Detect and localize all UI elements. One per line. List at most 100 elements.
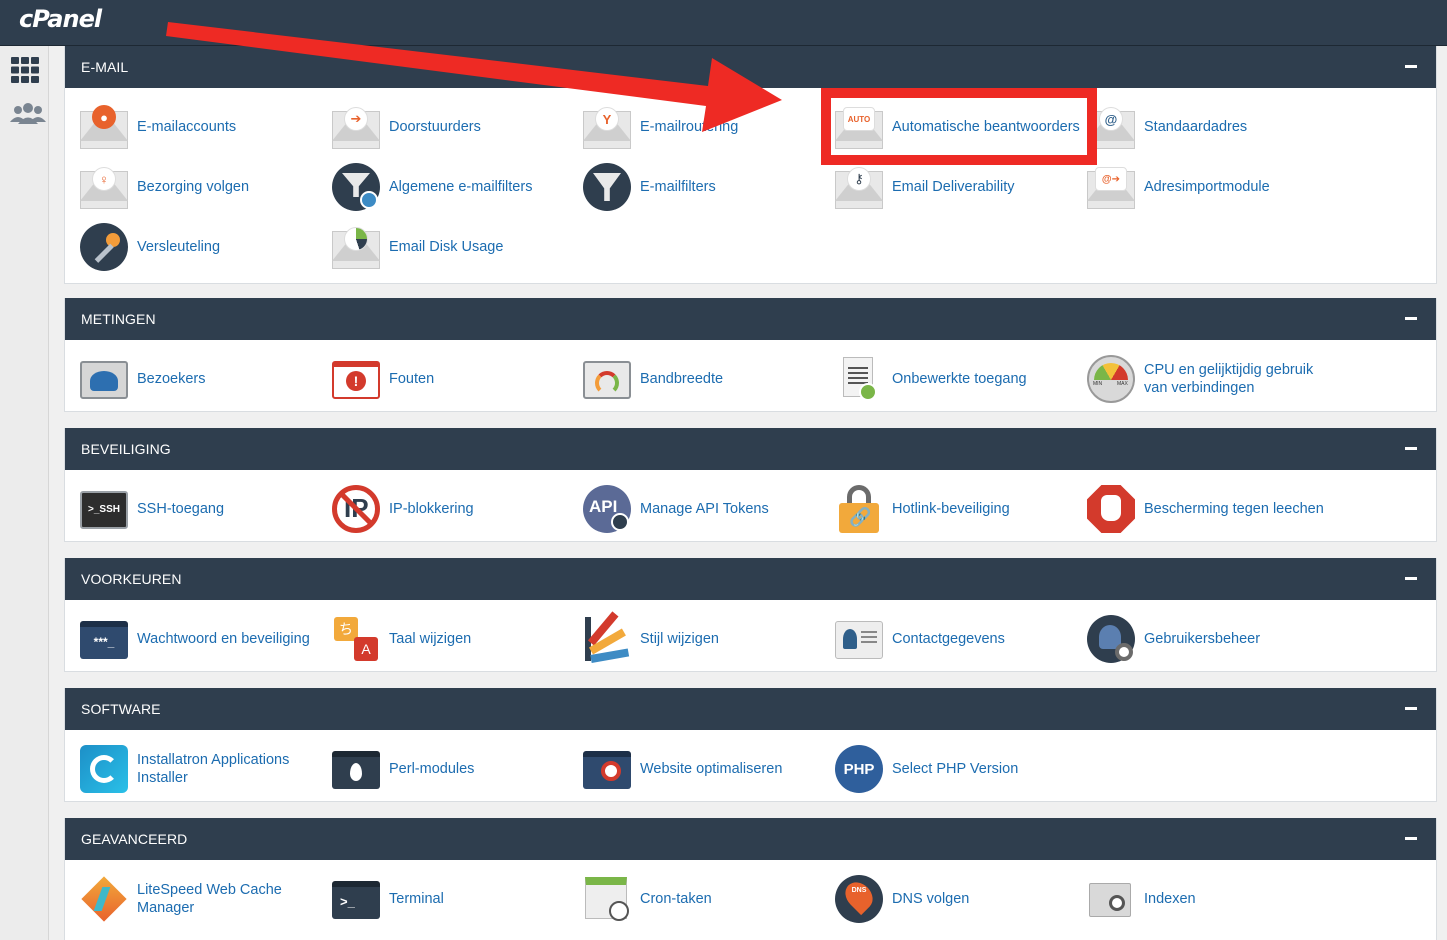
section-title[interactable]: E-MAIL [65, 46, 1436, 88]
email-filter-icon [583, 163, 631, 211]
item-encryption[interactable]: Versleuteling [80, 222, 317, 272]
users-icon[interactable] [9, 102, 47, 132]
item-label: Manage API Tokens [640, 501, 769, 517]
autoresponder-icon: AUTO [835, 103, 883, 151]
disk-usage-icon [332, 223, 380, 271]
item-label: LiteSpeed Web Cache Manager [137, 882, 282, 916]
item-contact[interactable]: Contactgegevens [835, 614, 1072, 664]
item-label: Onbewerkte toegang [892, 371, 1027, 387]
ip-blocker-icon: IP [332, 485, 380, 533]
item-label: Wachtwoord en beveiliging [137, 631, 310, 647]
item-label: Email Disk Usage [389, 239, 504, 255]
top-bar: cPanel [0, 0, 1447, 46]
bandwidth-icon [583, 355, 631, 403]
item-password[interactable]: ***_ Wachtwoord en beveiliging [80, 614, 317, 664]
user-manager-icon [1087, 615, 1135, 663]
password-icon: ***_ [80, 615, 128, 663]
item-label: Cron-taken [640, 891, 712, 907]
item-forwarders[interactable]: ➔ Doorstuurders [332, 102, 569, 152]
email-routing-icon: Y [583, 103, 631, 151]
item-installatron[interactable]: Installatron Applications Installer [80, 744, 317, 794]
item-raw-access[interactable]: Onbewerkte toegang [835, 354, 1072, 404]
terminal-icon: >_ [332, 875, 380, 923]
item-label: Bezorging volgen [137, 179, 250, 195]
section-software: SOFTWARE Installatron Applications Insta… [64, 688, 1437, 802]
leech-hand-icon [1087, 485, 1135, 533]
section-title[interactable]: SOFTWARE [65, 688, 1436, 730]
item-email-filters[interactable]: E-mailfilters [583, 162, 820, 212]
item-ip-blocker[interactable]: IP IP-blokkering [332, 484, 569, 534]
item-language[interactable]: ち A Taal wijzigen [332, 614, 569, 664]
item-label: Indexen [1144, 891, 1196, 907]
item-indexes[interactable]: Indexen [1087, 874, 1324, 924]
collapse-icon[interactable] [1405, 65, 1417, 68]
item-php[interactable]: PHP Select PHP Version [835, 744, 1072, 794]
item-email-deliverability[interactable]: ⚷ Email Deliverability [835, 162, 1072, 212]
item-label: Versleuteling [137, 239, 221, 255]
collapse-icon[interactable] [1405, 837, 1417, 840]
ssh-icon: >_SSH [80, 485, 128, 533]
item-label: SSH-toegang [137, 501, 225, 517]
item-bandwidth[interactable]: Bandbreedte [583, 354, 820, 404]
item-style[interactable]: Stijl wijzigen [583, 611, 820, 664]
item-ssh[interactable]: >_SSH SSH-toegang [80, 484, 317, 534]
item-label: Terminal [389, 891, 444, 907]
visitors-icon [80, 355, 128, 403]
item-label: Adresimportmodule [1144, 179, 1270, 195]
section-title[interactable]: GEAVANCEERD [65, 818, 1436, 860]
item-api-tokens[interactable]: API Manage API Tokens [583, 484, 820, 534]
collapse-icon[interactable] [1405, 577, 1417, 580]
optimize-icon [583, 745, 631, 793]
item-cpu-usage[interactable]: MIN MAX CPU en gelijktijdig gebruik van … [1087, 354, 1324, 404]
item-label: Automatische beantwoorders [892, 119, 1080, 135]
collapse-icon[interactable] [1405, 447, 1417, 450]
item-label: E-mailaccounts [137, 119, 237, 135]
hotlink-lock-icon: 🔗 [835, 485, 883, 533]
section-advanced: GEAVANCEERD LiteSpeed Web Cache Manager … [64, 818, 1437, 940]
grid-icon[interactable] [10, 56, 40, 86]
item-optimize[interactable]: Website optimaliseren [583, 744, 820, 794]
item-terminal[interactable]: >_ Terminal [332, 874, 569, 924]
default-address-icon: @ [1087, 103, 1135, 151]
item-label: Website optimaliseren [640, 761, 783, 777]
item-leech-protection[interactable]: Bescherming tegen leechen [1087, 484, 1324, 534]
section-title[interactable]: VOORKEUREN [65, 558, 1436, 600]
raw-access-icon [835, 355, 883, 403]
item-user-manager[interactable]: Gebruikersbeheer [1087, 614, 1324, 664]
indexes-icon [1087, 875, 1135, 923]
item-label: Perl-modules [389, 761, 475, 777]
api-tokens-icon: API [583, 485, 631, 533]
forwarder-icon: ➔ [332, 103, 380, 151]
item-label: Stijl wijzigen [640, 631, 719, 647]
item-label: E-mailfilters [640, 179, 716, 195]
track-delivery-icon: ♀ [80, 163, 128, 211]
item-autoresponders[interactable]: AUTO Automatische beantwoorders [835, 102, 1092, 152]
item-label: Bescherming tegen leechen [1144, 501, 1324, 517]
item-email-disk-usage[interactable]: Email Disk Usage [332, 222, 569, 272]
item-dns[interactable]: DNS DNS volgen [835, 874, 1072, 924]
style-palette-icon [583, 611, 631, 663]
item-track-delivery[interactable]: ♀ Bezorging volgen [80, 162, 317, 212]
item-errors[interactable]: ! Fouten [332, 354, 569, 404]
item-visitors[interactable]: Bezoekers [80, 354, 317, 404]
item-label: DNS volgen [892, 891, 970, 907]
section-title[interactable]: METINGEN [65, 298, 1436, 340]
item-email-routing[interactable]: Y E-mailroutering [583, 102, 820, 152]
item-address-importer[interactable]: @➔ Adresimportmodule [1087, 162, 1324, 212]
sidebar [0, 46, 49, 940]
item-label: Taal wijzigen [389, 631, 472, 647]
litespeed-icon [80, 875, 128, 923]
item-global-filters[interactable]: Algemene e-mailfilters [332, 162, 569, 212]
item-email-accounts[interactable]: ● E-mailaccounts [80, 102, 317, 152]
item-litespeed[interactable]: LiteSpeed Web Cache Manager [80, 874, 317, 924]
item-perl[interactable]: Perl-modules [332, 744, 569, 794]
item-default-address[interactable]: @ Standaardadres [1087, 102, 1324, 152]
item-cron[interactable]: Cron-taken [583, 874, 820, 924]
item-label: IP-blokkering [389, 501, 474, 517]
item-label: Algemene e-mailfilters [389, 179, 533, 195]
cpanel-logo[interactable]: cPanel [19, 5, 102, 33]
section-title[interactable]: BEVEILIGING [65, 428, 1436, 470]
collapse-icon[interactable] [1405, 707, 1417, 710]
collapse-icon[interactable] [1405, 317, 1417, 320]
item-hotlink[interactable]: 🔗 Hotlink-beveiliging [835, 484, 1072, 534]
